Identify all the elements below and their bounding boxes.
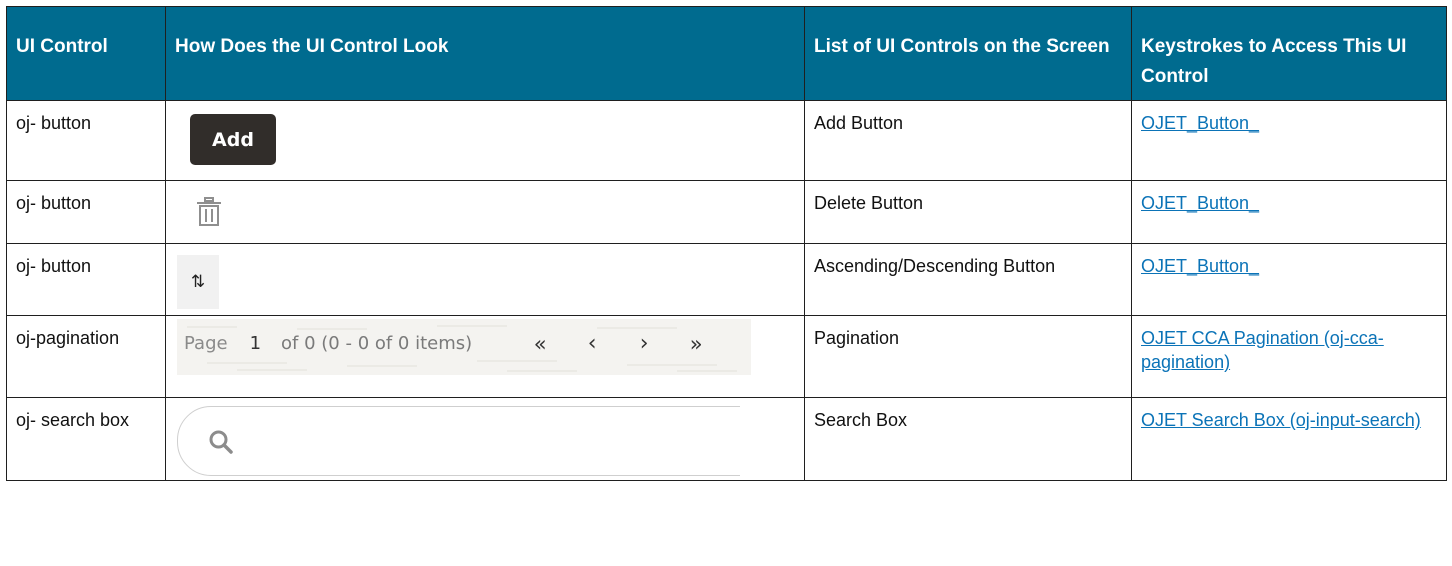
cell-list: Delete Button — [804, 180, 1132, 244]
search-box-sample — [174, 401, 740, 479]
cell-keystrokes: OJET_Button_ — [1131, 243, 1447, 316]
page-summary: of 0 (0 - 0 of 0 items) — [281, 333, 473, 354]
pagination-row: Page 1 of 0 (0 - 0 of 0 items) « ‹ › » — [184, 331, 722, 357]
cell-control: oj- button — [6, 243, 166, 316]
cell-keystrokes: OJET_Button_ — [1131, 100, 1447, 181]
cell-look: Add — [165, 100, 805, 181]
table-row: oj-pagination Page 1 of 0 (0 - 0 of 0 it… — [6, 315, 1447, 398]
search-input-sample — [177, 406, 740, 476]
header-list-controls: List of UI Controls on the Screen — [804, 6, 1132, 101]
cell-list: Ascending/Descending Button — [804, 243, 1132, 316]
cell-control: oj- button — [6, 180, 166, 244]
page-label: Page — [184, 333, 228, 354]
table-row: oj- button ⇅ Ascending/Descending Button… — [6, 243, 1447, 316]
table-row: oj- button Add Add Button OJET_Button_ — [6, 100, 1447, 181]
ojet-pagination-link[interactable]: OJET CCA Pagination (oj-cca-pagination) — [1141, 328, 1384, 372]
cell-control: oj- search box — [6, 397, 166, 481]
page-number: 1 — [249, 333, 262, 354]
cell-look: Page 1 of 0 (0 - 0 of 0 items) « ‹ › » — [165, 315, 805, 398]
cell-keystrokes: OJET_Button_ — [1131, 180, 1447, 244]
pagination-sample: Page 1 of 0 (0 - 0 of 0 items) « ‹ › » — [177, 319, 751, 375]
cell-list: Search Box — [804, 397, 1132, 481]
table-row: oj- search box Search Box OJET Search Bo… — [6, 397, 1447, 481]
ojet-button-link[interactable]: OJET_Button_ — [1141, 113, 1259, 133]
ojet-button-link[interactable]: OJET_Button_ — [1141, 256, 1259, 276]
table-row: oj- button Delete Button OJET_Button_ — [6, 180, 1447, 244]
last-page-icon: » — [689, 332, 703, 356]
add-button-sample: Add — [190, 114, 276, 165]
ojet-search-box-link[interactable]: OJET Search Box (oj-input-search) — [1141, 410, 1421, 430]
previous-page-icon: ‹ — [587, 331, 597, 356]
cell-keystrokes: OJET CCA Pagination (oj-cca-pagination) — [1131, 315, 1447, 398]
cell-look — [165, 180, 805, 244]
cell-keystrokes: OJET Search Box (oj-input-search) — [1131, 397, 1447, 481]
search-icon — [209, 430, 233, 454]
cell-control: oj-pagination — [6, 315, 166, 398]
cell-list: Add Button — [804, 100, 1132, 181]
cell-look — [165, 397, 805, 481]
cell-look: ⇅ — [165, 243, 805, 316]
next-page-icon: › — [639, 331, 649, 356]
header-row: UI Control How Does the UI Control Look … — [6, 6, 1447, 101]
sort-icon: ⇅ — [177, 255, 219, 309]
cell-list: Pagination — [804, 315, 1132, 398]
ui-controls-table: UI Control How Does the UI Control Look … — [6, 6, 1447, 481]
trash-icon — [197, 197, 221, 226]
first-page-icon: « — [533, 332, 547, 356]
header-keystrokes: Keystrokes to Access This UI Control — [1131, 6, 1447, 101]
cell-control: oj- button — [6, 100, 166, 181]
header-how-look: How Does the UI Control Look — [165, 6, 805, 101]
ojet-button-link[interactable]: OJET_Button_ — [1141, 193, 1259, 213]
header-ui-control: UI Control — [6, 6, 166, 101]
